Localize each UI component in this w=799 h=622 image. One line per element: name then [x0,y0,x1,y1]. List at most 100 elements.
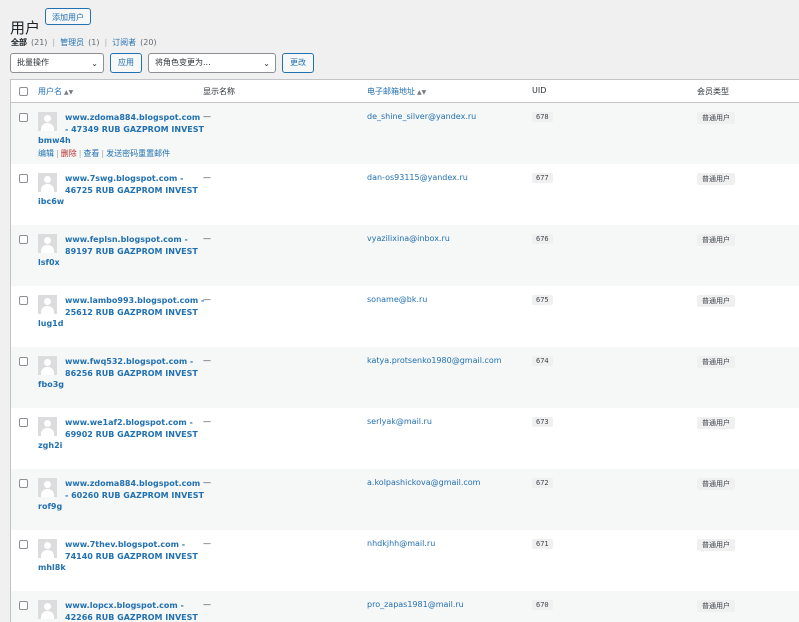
row-checkbox[interactable] [19,113,28,122]
table-row: www.we1af2.blogspot.com - 69902 RUB GAZP… [11,408,799,469]
avatar [38,112,57,131]
user-name-link[interactable]: www.we1af2.blogspot.com - 69902 RUB GAZP… [65,417,205,441]
filter-administrator[interactable]: 管理员 (1) [60,37,99,48]
bulk-action-select[interactable]: 批量操作 ⌄ [10,53,104,73]
user-name-link[interactable]: www.feplsn.blogspot.com - 89197 RUB GAZP… [65,234,205,258]
add-user-button[interactable]: 添加用户 [45,8,91,25]
apply-button[interactable]: 应用 [110,53,142,73]
sort-icon: ▲▼ [64,89,74,96]
filter-subscriber-count: (20) [140,38,157,47]
user-login[interactable]: ibc6w [38,197,64,206]
uid-badge: 671 [532,539,553,549]
user-login[interactable]: rof9g [38,502,62,511]
avatar [38,173,57,192]
row-checkbox[interactable] [19,601,28,610]
row-checkbox[interactable] [19,418,28,427]
column-display-name: 显示名称 [203,87,235,96]
uid-badge: 672 [532,478,553,488]
row-checkbox[interactable] [19,296,28,305]
email-link[interactable]: soname@bk.ru [367,295,427,304]
chevron-down-icon: ⌄ [91,59,98,68]
user-login[interactable]: zgh2i [38,441,62,450]
email-link[interactable]: de_shine_silver@yandex.ru [367,112,476,121]
member-type-badge: 普通用户 [697,173,735,185]
edit-link[interactable]: 编辑 [38,149,54,158]
email-link[interactable]: katya.protsenko1980@gmail.com [367,356,502,365]
user-name-link[interactable]: www.7thev.blogspot.com - 74140 RUB GAZPR… [65,539,205,563]
select-all-checkbox[interactable] [19,87,28,96]
email-link[interactable]: dan-os93115@yandex.ru [367,173,468,182]
table-row: www.lambo993.blogspot.com - 25612 RUB GA… [11,286,799,347]
email-link[interactable]: nhdkjhh@mail.ru [367,539,435,548]
user-login[interactable]: lug1d [38,319,63,328]
action-separator: | [101,149,105,158]
email-link[interactable]: a.kolpashickova@gmail.com [367,478,480,487]
user-login[interactable]: mhl8k [38,563,66,572]
filter-administrator-count: (1) [88,38,100,47]
table-row: www.lopcx.blogspot.com - 42266 RUB GAZPR… [11,591,799,622]
uid-badge: 675 [532,295,553,305]
display-name: — [203,417,211,426]
member-type-badge: 普通用户 [697,112,735,124]
display-name: — [203,234,211,243]
member-type-badge: 普通用户 [697,539,735,551]
user-login[interactable]: bmw4h [38,136,71,145]
bulk-action-value: 批量操作 [17,58,49,67]
action-separator: | [78,149,82,158]
email-link[interactable]: serlyak@mail.ru [367,417,432,426]
reset-password-link[interactable]: 发送密码重置邮件 [106,149,170,158]
filter-all[interactable]: 全部 (21) [11,37,47,48]
user-name-link[interactable]: www.lopcx.blogspot.com - 42266 RUB GAZPR… [65,600,205,622]
page-title: 用户 [10,19,41,38]
member-type-badge: 普通用户 [697,417,735,429]
display-name: — [203,173,211,182]
user-name-link[interactable]: www.lambo993.blogspot.com - 25612 RUB GA… [65,295,205,319]
uid-badge: 670 [532,600,553,610]
avatar [38,478,57,497]
column-username[interactable]: 用户名 ▲▼ [38,86,73,97]
user-login[interactable]: fbo3g [38,380,64,389]
avatar [38,356,57,375]
member-type-badge: 普通用户 [697,356,735,368]
user-login[interactable]: lsf0x [38,258,60,267]
change-role-button[interactable]: 更改 [282,53,314,73]
row-checkbox[interactable] [19,235,28,244]
user-name-link[interactable]: www.zdoma884.blogspot.com - 60260 RUB GA… [65,478,205,502]
column-email[interactable]: 电子邮箱地址 ▲▼ [367,86,426,97]
display-name: — [203,295,211,304]
user-name-link[interactable]: www.fwq532.blogspot.com - 86256 RUB GAZP… [65,356,205,380]
column-uid: UID [532,86,547,95]
uid-badge: 673 [532,417,553,427]
avatar [38,295,57,314]
user-name-link[interactable]: www.zdoma884.blogspot.com - 47349 RUB GA… [65,112,205,136]
row-checkbox[interactable] [19,357,28,366]
column-email-label: 电子邮箱地址 [367,87,415,96]
column-username-label: 用户名 [38,87,62,96]
display-name: — [203,539,211,548]
display-name: — [203,478,211,487]
user-name-link[interactable]: www.7swg.blogspot.com - 46725 RUB GAZPRO… [65,173,205,197]
display-name: — [203,112,211,121]
table-row: www.feplsn.blogspot.com - 89197 RUB GAZP… [11,225,799,286]
avatar [38,234,57,253]
chevron-down-icon: ⌄ [263,59,270,68]
row-checkbox[interactable] [19,540,28,549]
table-row: www.fwq532.blogspot.com - 86256 RUB GAZP… [11,347,799,408]
view-link[interactable]: 查看 [83,149,99,158]
avatar [38,600,57,619]
action-separator: | [56,149,59,158]
delete-link[interactable]: 删除 [61,149,77,158]
table-row: www.7thev.blogspot.com - 74140 RUB GAZPR… [11,530,799,591]
table-row: www.zdoma884.blogspot.com - 47349 RUB GA… [11,103,799,164]
change-role-select[interactable]: 将角色变更为... ⌄ [148,53,276,73]
email-link[interactable]: pro_zapas1981@mail.ru [367,600,464,609]
avatar [38,539,57,558]
column-member-type: 会员类型 [697,87,729,96]
filter-subscriber[interactable]: 订阅者 (20) [112,37,156,48]
member-type-badge: 普通用户 [697,234,735,246]
row-actions: 编辑 | 删除 | 查看 | 发送密码重置邮件 [38,148,170,159]
email-link[interactable]: vyazilixina@inbox.ru [367,234,450,243]
row-checkbox[interactable] [19,174,28,183]
row-checkbox[interactable] [19,479,28,488]
display-name: — [203,600,211,609]
